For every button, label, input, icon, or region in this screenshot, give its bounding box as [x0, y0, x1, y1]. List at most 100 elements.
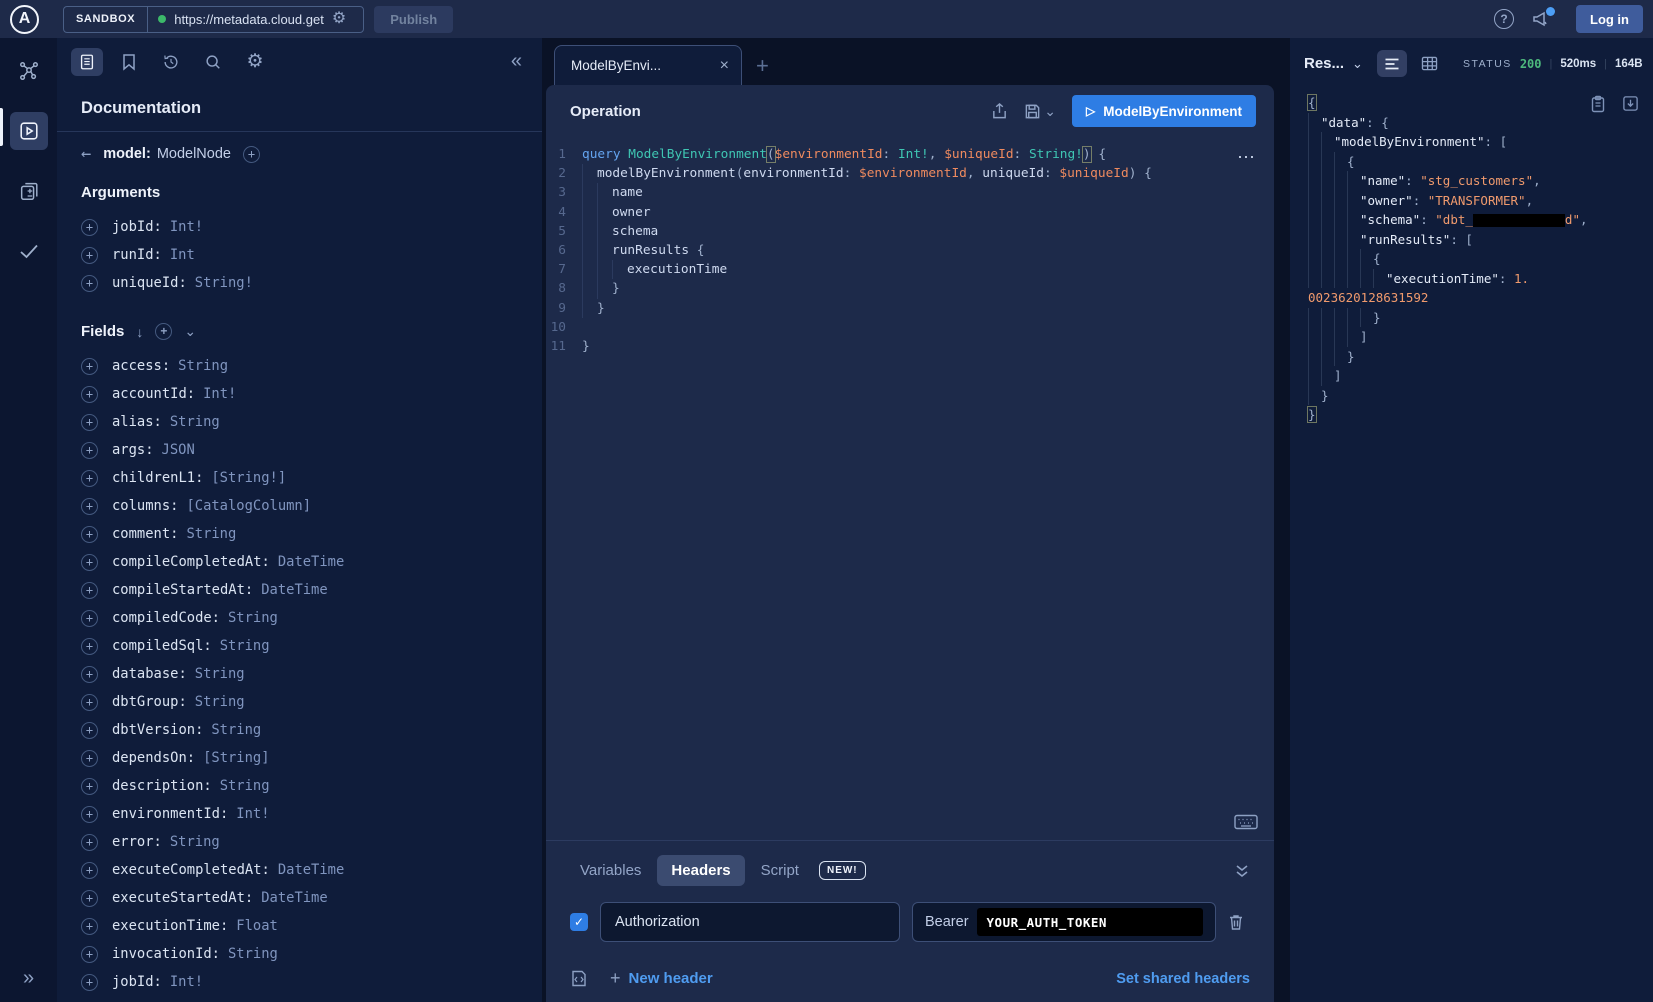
rail-item-schema[interactable] [10, 52, 48, 90]
expand-rail-icon[interactable]: » [0, 967, 57, 990]
doc-field-name[interactable]: childrenL1: [112, 470, 203, 486]
doc-field-name[interactable]: description: [112, 778, 212, 794]
set-shared-headers-link[interactable]: Set shared headers [1116, 971, 1250, 987]
add-to-query-plus-icon[interactable]: + [81, 386, 98, 403]
header-enabled-checkbox[interactable]: ✓ [570, 913, 588, 931]
rail-item-explorer[interactable] [10, 112, 48, 150]
add-to-query-plus-icon[interactable]: + [81, 638, 98, 655]
response-line[interactable]: "runResults": [ [1308, 230, 1653, 250]
new-header-button[interactable]: + New header [610, 968, 713, 989]
doc-field-name[interactable]: executeCompletedAt: [112, 862, 270, 878]
doc-field-name[interactable]: jobId: [112, 974, 162, 990]
doc-field-name[interactable]: compileStartedAt: [112, 582, 253, 598]
code-line[interactable]: 7executionTime [546, 260, 1274, 279]
response-line[interactable]: } [1308, 308, 1653, 328]
search-icon-button[interactable] [197, 48, 229, 76]
doc-field-name[interactable]: compileCompletedAt: [112, 554, 270, 570]
doc-field-name[interactable]: error: [112, 834, 162, 850]
add-to-query-plus-icon[interactable]: + [81, 666, 98, 683]
download-response-button[interactable] [1622, 95, 1639, 113]
add-to-query-plus-icon[interactable]: + [81, 442, 98, 459]
header-key-input[interactable] [600, 902, 900, 942]
publish-button[interactable]: Publish [374, 6, 453, 33]
doc-field-name[interactable]: access: [112, 358, 170, 374]
doc-field-name[interactable]: columns: [112, 498, 178, 514]
sort-fields-icon[interactable]: ↓ [136, 324, 143, 340]
doc-field-name[interactable]: runId: [112, 247, 162, 263]
response-line[interactable]: "executionTime": 1. [1308, 269, 1653, 289]
response-line[interactable]: "name": "stg_customers", [1308, 171, 1653, 191]
response-line[interactable]: 0023620128631592 [1308, 288, 1653, 308]
code-line[interactable]: 9} [546, 299, 1274, 318]
doc-field-name[interactable]: invocationId: [112, 946, 220, 962]
doc-field-name[interactable]: accountId: [112, 386, 195, 402]
saved-operations-icon[interactable] [113, 48, 145, 76]
code-line[interactable]: 10 [546, 318, 1274, 337]
raw-view-toggle[interactable] [1377, 50, 1407, 77]
add-to-query-plus-icon[interactable]: + [81, 694, 98, 711]
new-tab-button[interactable]: + [756, 53, 769, 85]
keyboard-shortcuts-button[interactable] [1234, 814, 1258, 830]
response-line[interactable]: ] [1308, 366, 1653, 386]
doc-field-name[interactable]: uniqueId: [112, 275, 187, 291]
code-line[interactable]: 3name [546, 183, 1274, 202]
add-to-query-plus-icon[interactable]: + [81, 275, 98, 292]
add-to-query-plus-icon[interactable]: + [81, 219, 98, 236]
response-line[interactable]: "owner": "TRANSFORMER", [1308, 191, 1653, 211]
help-icon[interactable]: ? [1494, 9, 1514, 29]
tab-script[interactable]: Script [751, 855, 809, 886]
endpoint-url[interactable]: https://metadata.cloud.get [174, 12, 324, 27]
tab-variables[interactable]: Variables [570, 855, 651, 886]
response-line[interactable]: "schema": "dbt_d", [1308, 210, 1653, 230]
doc-field-name[interactable]: environmentId: [112, 806, 228, 822]
doc-field-name[interactable]: alias: [112, 414, 162, 430]
doc-field-name[interactable]: executionTime: [112, 918, 228, 934]
response-line[interactable]: "data": { [1308, 113, 1653, 133]
doc-field-name[interactable]: dbtGroup: [112, 694, 187, 710]
code-line[interactable]: 1query ModelByEnvironment($environmentId… [546, 145, 1274, 164]
add-to-query-plus-icon[interactable]: + [81, 946, 98, 963]
save-operation-button[interactable]: ⌄ [1024, 103, 1056, 120]
rail-item-operations[interactable] [10, 172, 48, 210]
doc-field-name[interactable]: executeStartedAt: [112, 890, 253, 906]
response-line[interactable]: } [1308, 347, 1653, 367]
code-line[interactable]: 2modelByEnvironment(environmentId: $envi… [546, 164, 1274, 183]
endpoint-url-box[interactable]: https://metadata.cloud.get ⚙ [148, 11, 363, 27]
code-line[interactable]: 11} [546, 337, 1274, 356]
response-line[interactable]: "modelByEnvironment": [ [1308, 132, 1653, 152]
doc-field-name[interactable]: database: [112, 666, 187, 682]
add-to-query-plus-icon[interactable]: + [81, 890, 98, 907]
add-field-plus-icon[interactable]: + [243, 146, 260, 163]
doc-field-name[interactable]: comment: [112, 526, 178, 542]
response-dropdown-chevron-icon[interactable]: ⌄ [1352, 56, 1363, 72]
response-line[interactable]: } [1308, 386, 1653, 406]
add-to-query-plus-icon[interactable]: + [81, 918, 98, 935]
response-line[interactable]: { [1308, 249, 1653, 269]
edit-headers-file-button[interactable] [570, 969, 588, 988]
doc-field-name[interactable]: dependsOn: [112, 750, 195, 766]
copy-response-button[interactable] [1590, 95, 1606, 113]
collapse-panel-button[interactable] [1234, 864, 1250, 878]
header-value-input[interactable]: Bearer YOUR_AUTH_TOKEN [912, 902, 1216, 942]
save-chevron-icon[interactable]: ⌄ [1044, 103, 1056, 120]
editor-menu-ellipsis-icon[interactable]: ⋯ [1237, 147, 1256, 168]
doc-field-name[interactable]: compiledSql: [112, 638, 212, 654]
run-operation-button[interactable]: ▷ ModelByEnvironment [1072, 95, 1256, 127]
add-to-query-plus-icon[interactable]: + [81, 526, 98, 543]
doc-field-name[interactable]: dbtVersion: [112, 722, 203, 738]
code-line[interactable]: 8} [546, 279, 1274, 298]
share-operation-button[interactable] [991, 102, 1008, 120]
add-to-query-plus-icon[interactable]: + [81, 610, 98, 627]
tab-headers[interactable]: Headers [657, 855, 744, 886]
response-title[interactable]: Res... [1304, 55, 1344, 72]
collapse-sidebar-icon[interactable]: « [511, 50, 528, 73]
add-to-query-plus-icon[interactable]: + [81, 974, 98, 991]
explorer-settings-button[interactable]: ⚙ [239, 48, 271, 76]
response-line[interactable]: } [1308, 405, 1653, 425]
add-to-query-plus-icon[interactable]: + [81, 498, 98, 515]
announcements-button[interactable] [1532, 10, 1552, 28]
add-to-query-plus-icon[interactable]: + [81, 722, 98, 739]
add-to-query-plus-icon[interactable]: + [81, 470, 98, 487]
back-arrow-icon[interactable]: ← [81, 144, 91, 164]
login-button[interactable]: Log in [1576, 5, 1643, 33]
